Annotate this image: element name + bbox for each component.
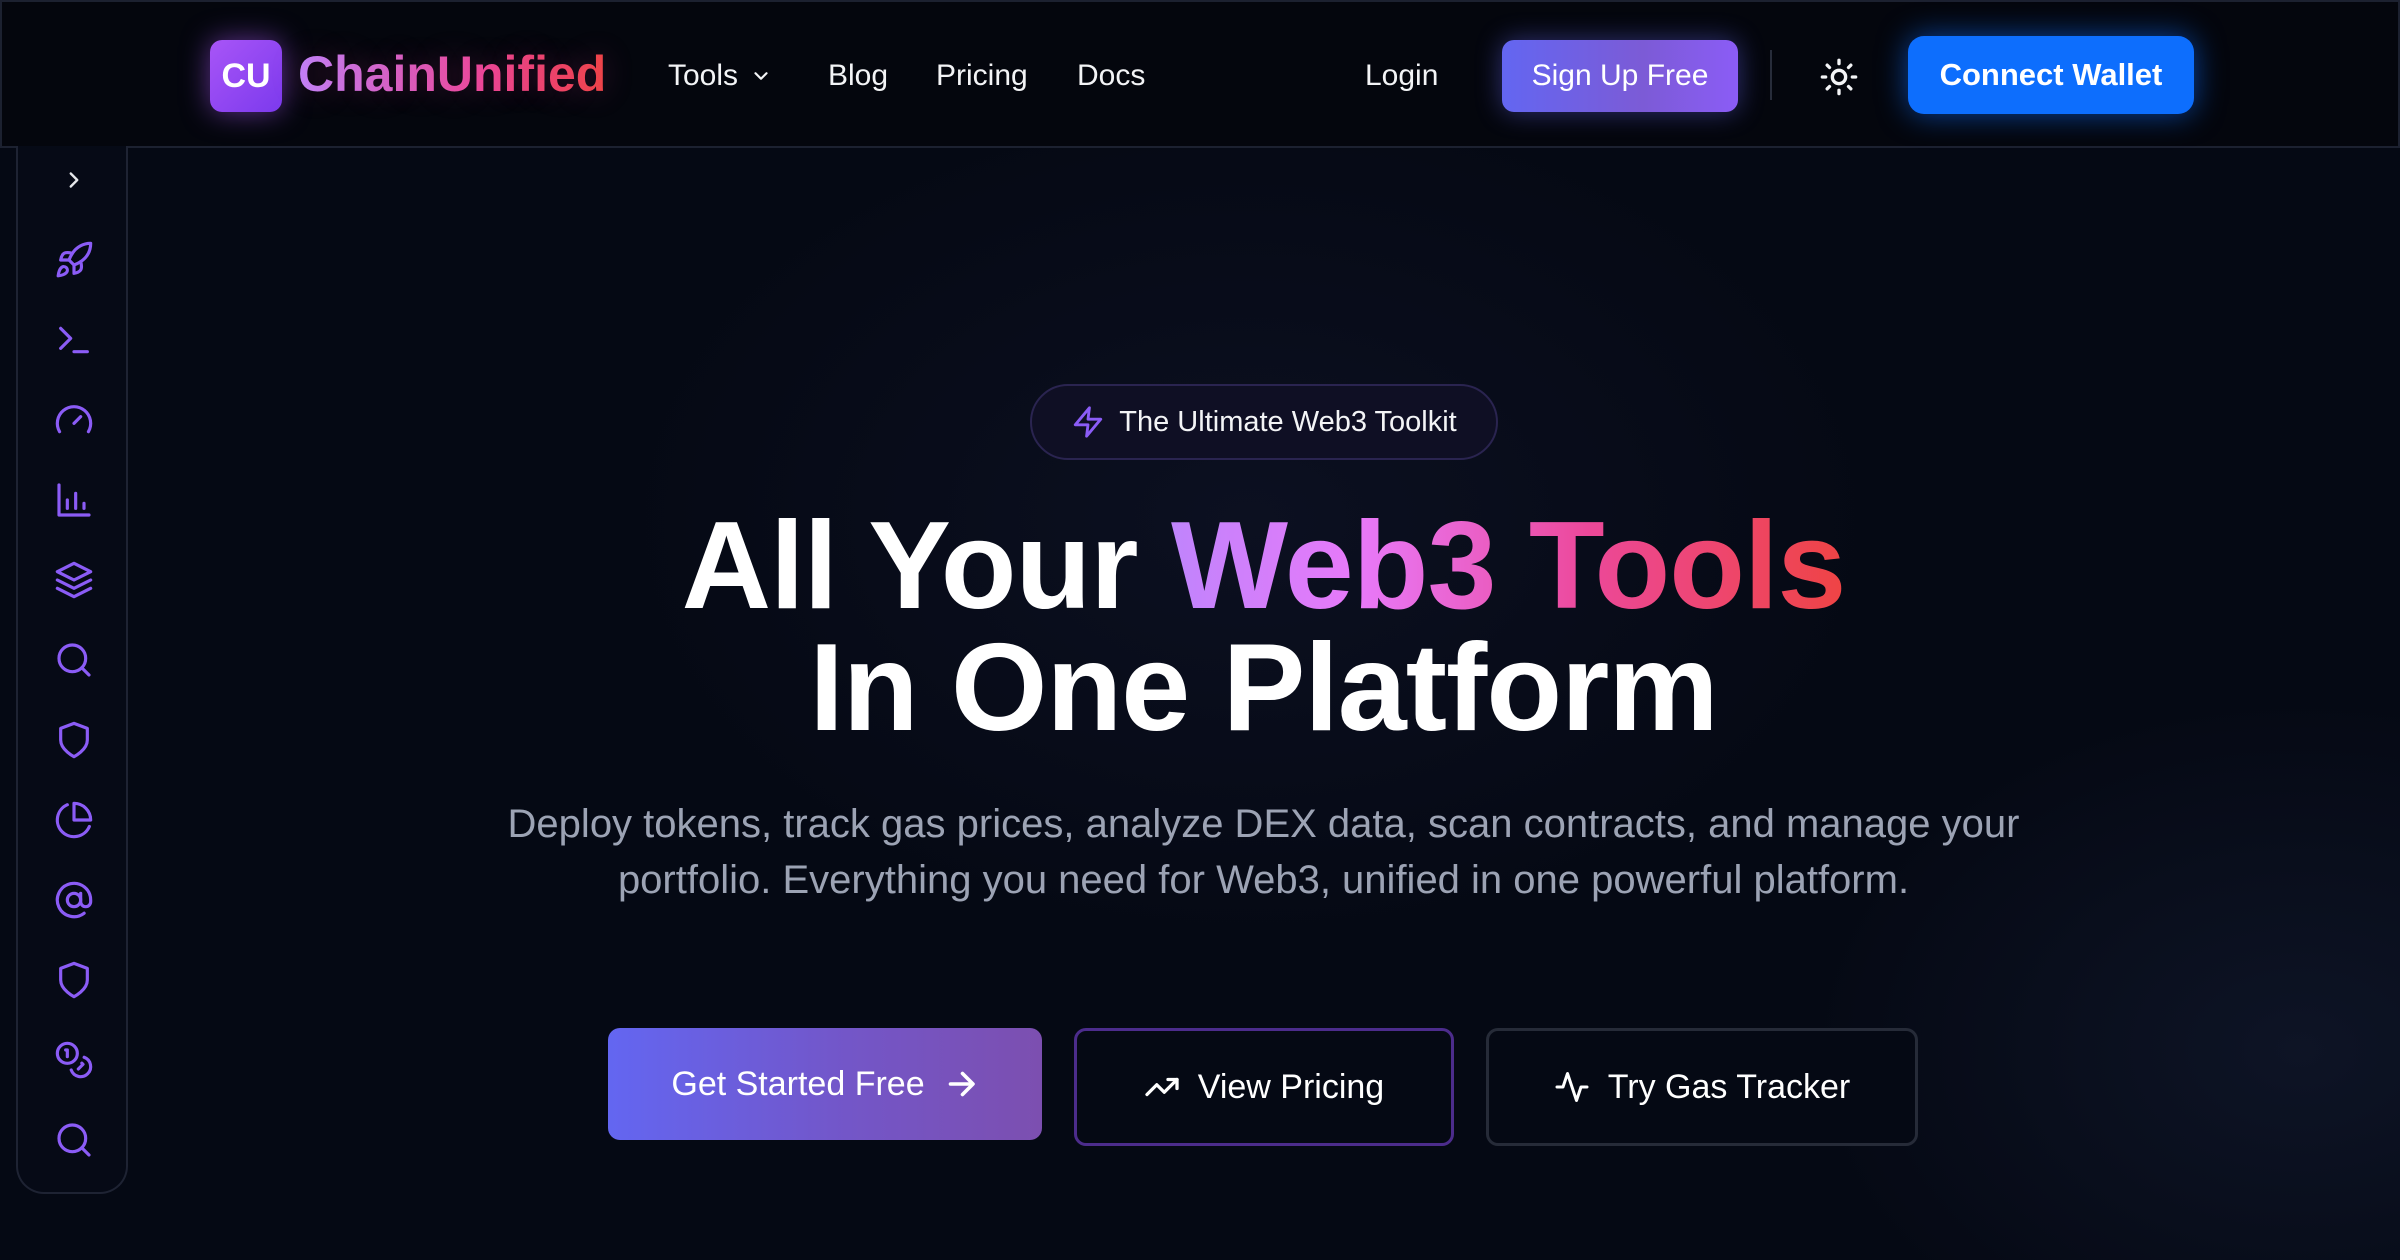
sidebar-item-portfolio[interactable] [52,798,96,842]
view-pricing-label: View Pricing [1197,1067,1385,1106]
coins-icon [55,1041,93,1079]
sidebar-item-gas-tracker[interactable] [52,398,96,442]
sidebar-item-explorer[interactable] [52,1118,96,1162]
view-pricing-button[interactable]: View Pricing [1074,1028,1454,1146]
header-divider [1770,50,1772,100]
try-gas-tracker-label: Try Gas Tracker [1607,1067,1851,1106]
sidebar-item-contract-scanner[interactable] [52,958,96,1002]
gauge-icon [55,405,93,434]
chevron-down-icon [754,72,768,80]
nav-docs-link[interactable]: Docs [1077,54,1145,98]
at-sign-icon [55,881,93,919]
search-icon [57,1123,91,1157]
hero-title-part1: All Your [681,497,1171,635]
get-started-label: Get Started Free [671,1064,925,1103]
hero-badge-label: The Ultimate Web3 Toolkit [1119,405,1457,438]
arrow-right-icon [948,1071,975,1097]
page: CU ChainUnified Tools Blog Pricing Docs … [0,0,2400,1260]
sidebar-item-tokens[interactable] [52,1038,96,1082]
lightning-icon [1074,406,1103,438]
top-navbar: CU ChainUnified Tools Blog Pricing Docs … [0,0,2400,148]
terminal-icon [59,326,89,354]
trending-up-icon [1145,1077,1179,1097]
shield-icon [59,961,89,999]
hero-title-line2: In One Platform [809,619,1718,757]
sign-up-button[interactable]: Sign Up Free [1502,40,1738,112]
hero-subtitle: Deploy tokens, track gas prices, analyze… [507,802,2020,902]
logo-name[interactable]: ChainUnified [298,44,606,104]
nav-tools-label: Tools [668,59,739,92]
theme-toggle-button[interactable] [1814,52,1864,102]
chevron-right-icon [69,172,79,188]
sidebar-item-terminal[interactable] [52,318,96,362]
sidebar-expand-toggle[interactable] [52,158,96,202]
try-gas-tracker-button[interactable]: Try Gas Tracker [1486,1028,1918,1146]
nav-tools-dropdown[interactable]: Tools [668,54,772,98]
sun-icon [1820,58,1858,96]
nav-pricing-link[interactable]: Pricing [936,54,1028,98]
sidebar-item-token-deployer[interactable] [52,238,96,282]
rocket-icon [56,241,93,278]
pie-chart-icon [55,801,93,839]
sidebar-item-address[interactable] [52,878,96,922]
hero-badge: The Ultimate Web3 Toolkit [1030,384,1498,460]
login-link[interactable]: Login [1365,54,1438,98]
get-started-button[interactable]: Get Started Free [608,1028,1042,1140]
hero-title-highlight: Web3 Tools [1171,497,1846,635]
hero-title: All Your Web3 Tools In One Platform [0,504,2400,750]
activity-icon [1555,1072,1589,1102]
connect-wallet-button[interactable]: Connect Wallet [1908,36,2194,114]
logo-badge[interactable]: CU [210,40,282,112]
nav-blog-link[interactable]: Blog [828,54,888,98]
